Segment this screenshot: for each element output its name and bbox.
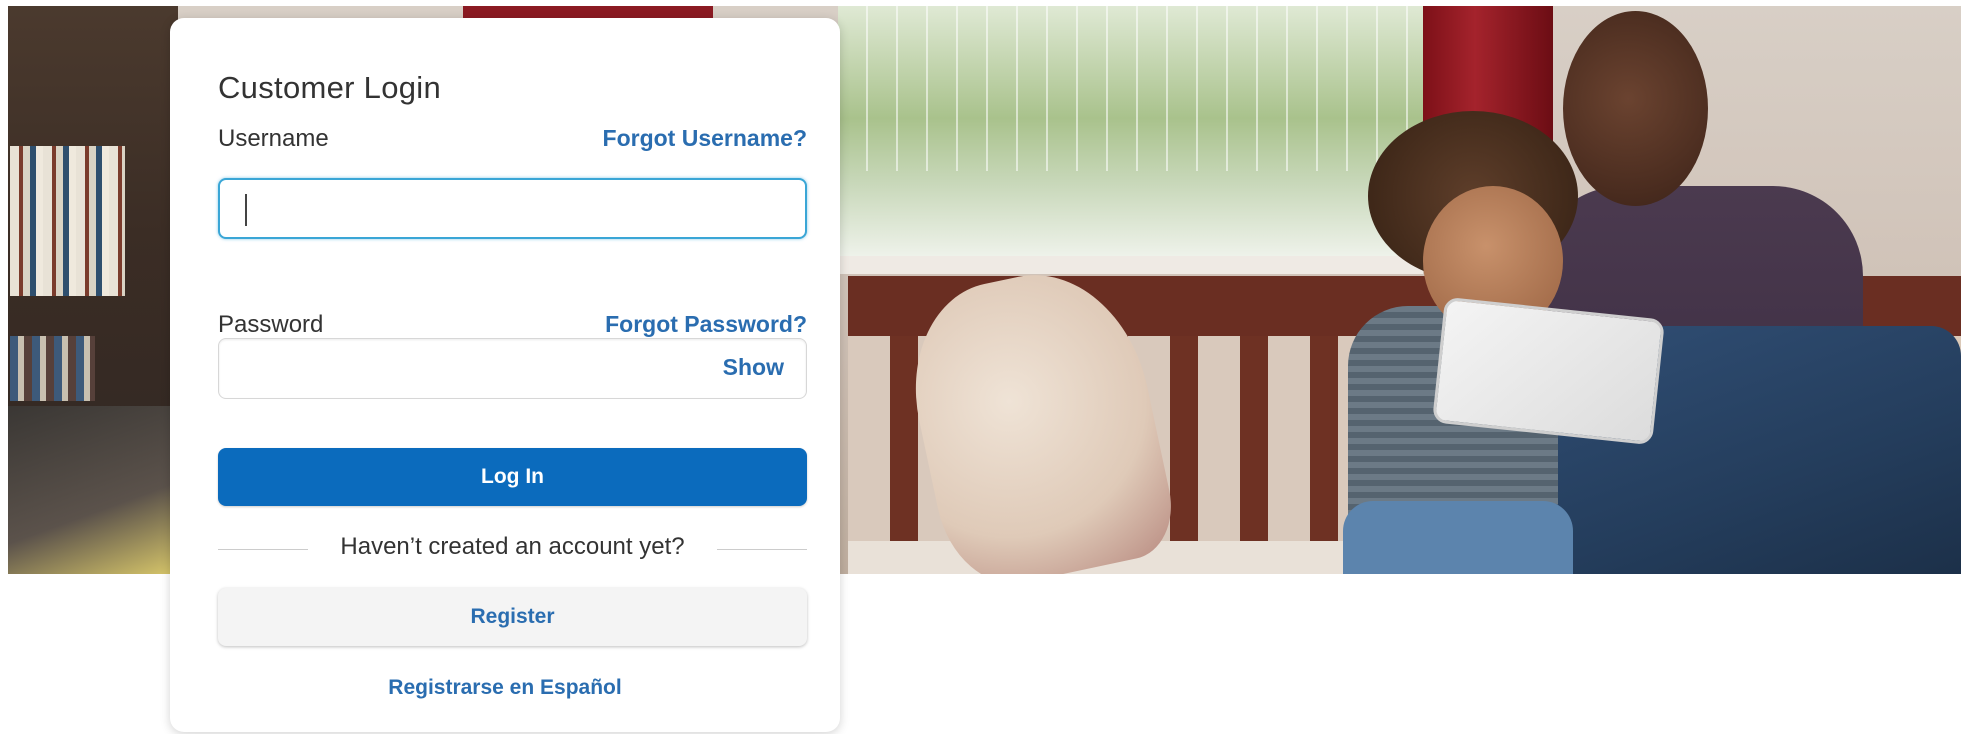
text-cursor [245,194,247,226]
forgot-username-link[interactable]: Forgot Username? [603,125,807,152]
login-title: Customer Login [218,70,442,105]
username-input[interactable] [218,178,807,239]
register-spanish-link[interactable]: Registrarse en Español [170,676,840,700]
register-divider: Haven’t created an account yet? [218,533,807,565]
forgot-password-link[interactable]: Forgot Password? [605,311,807,338]
armchair [8,406,178,574]
man-head [1563,11,1708,206]
divider-line-right [717,549,807,550]
password-label: Password [218,311,324,338]
divider-text: Haven’t created an account yet? [340,533,685,560]
username-label: Username [218,125,329,152]
child-jeans [1343,501,1573,574]
tablet-device [1432,296,1665,446]
books-lower [10,336,95,401]
page: Customer Login Username Forgot Username?… [0,0,1961,734]
books [10,146,125,296]
register-button[interactable]: Register [218,588,807,646]
window-blinds [838,6,1423,171]
password-input[interactable]: Show [218,338,807,399]
login-button[interactable]: Log In [218,448,807,506]
login-card: Customer Login Username Forgot Username?… [170,18,840,732]
show-password-toggle[interactable]: Show [723,354,784,381]
